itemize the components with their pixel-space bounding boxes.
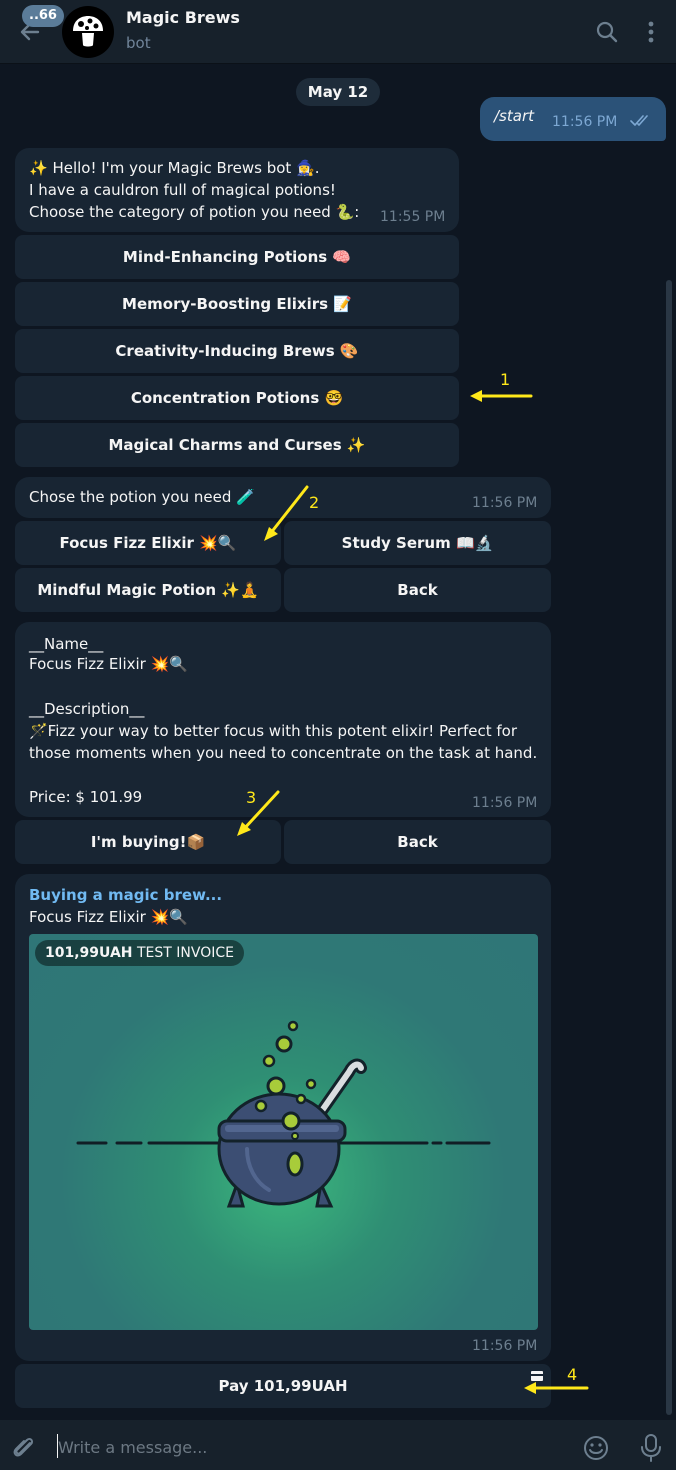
annotation-number: 3	[246, 788, 257, 807]
annotation-number: 1	[500, 370, 511, 389]
attach-icon[interactable]	[10, 1434, 38, 1462]
annotation-number: 2	[309, 493, 320, 512]
emoji-icon[interactable]	[582, 1434, 610, 1462]
message-input[interactable]: Write a message...	[58, 1438, 207, 1457]
microphone-icon[interactable]	[637, 1433, 665, 1463]
annotation-number: 4	[567, 1365, 578, 1384]
message-composer: Write a message...	[0, 1420, 676, 1470]
annotation-arrows	[237, 390, 589, 1394]
